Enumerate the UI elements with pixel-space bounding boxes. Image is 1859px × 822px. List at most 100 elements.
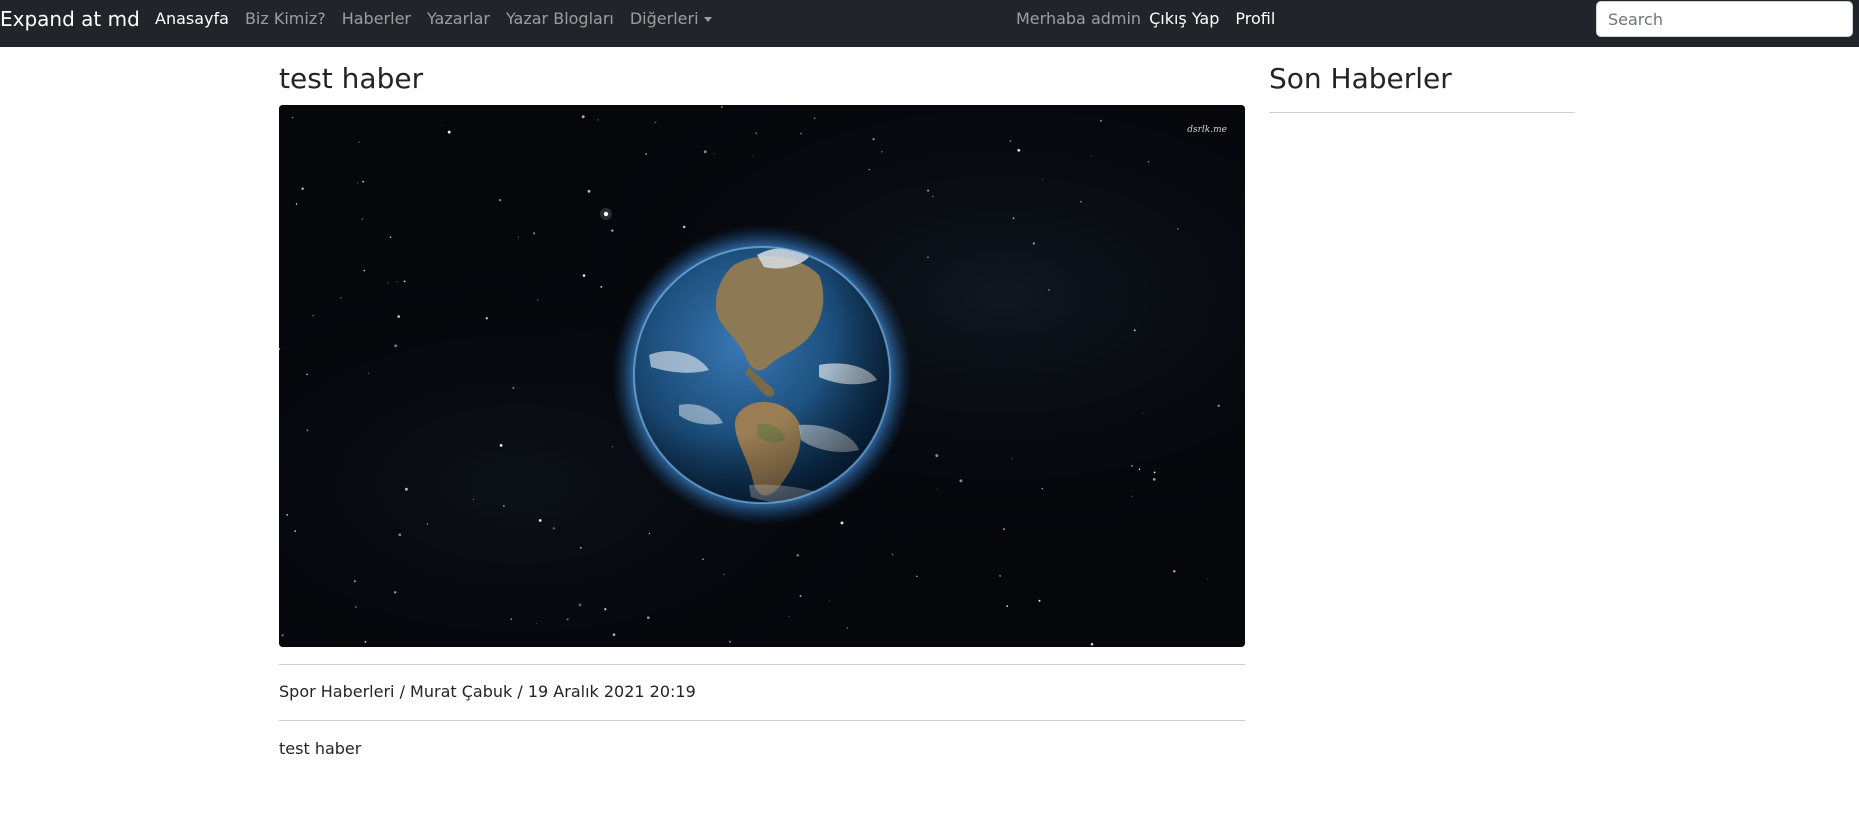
star (702, 558, 704, 561)
nav-link-anasayfa[interactable]: Anasayfa (155, 9, 229, 29)
star (355, 606, 357, 608)
star (537, 299, 539, 301)
star (1012, 217, 1015, 219)
star (358, 141, 360, 143)
star (510, 618, 512, 620)
star (1130, 464, 1134, 468)
star (295, 203, 298, 205)
star (645, 153, 648, 155)
star (829, 599, 831, 601)
star (499, 198, 502, 202)
star (578, 603, 582, 607)
star (723, 573, 725, 575)
star (404, 487, 408, 491)
star (891, 553, 894, 556)
star (1038, 599, 1041, 602)
star (600, 285, 603, 288)
star (872, 138, 875, 141)
nav-link-biz-kimiz[interactable]: Biz Kimiz? (245, 9, 326, 29)
star (357, 182, 359, 184)
star (936, 487, 938, 489)
star (935, 454, 939, 458)
star (587, 189, 591, 193)
star (1041, 487, 1043, 490)
star (1142, 412, 1144, 414)
star (552, 527, 555, 530)
user-area: Merhaba admin Çıkış Yap Profil (1016, 9, 1291, 29)
star (364, 641, 367, 643)
star (1017, 148, 1021, 152)
star (294, 530, 297, 532)
star (1090, 155, 1092, 157)
star (1138, 468, 1141, 470)
star (403, 280, 406, 283)
star (1206, 578, 1208, 580)
star (1173, 570, 1176, 573)
article-meta: Spor Haberleri / Murat Çabuk / 19 Aralık… (279, 682, 696, 701)
star (1032, 242, 1035, 245)
star (397, 315, 401, 318)
star (840, 521, 844, 525)
star (597, 119, 599, 121)
sidebar-title: Son Haberler (1269, 62, 1452, 95)
star (611, 229, 614, 232)
article-image: dsrlk.me (279, 105, 1245, 647)
star (932, 195, 934, 198)
star (394, 591, 397, 594)
star (720, 105, 723, 109)
star (536, 622, 538, 624)
nav-link-yazar-bloglari[interactable]: Yazar Blogları (506, 9, 614, 29)
nav-link-haberler[interactable]: Haberler (342, 9, 411, 29)
star (959, 479, 963, 483)
search-input[interactable] (1596, 1, 1853, 37)
star (396, 281, 398, 282)
star (728, 640, 732, 643)
nav-link-yazarlar[interactable]: Yazarlar (427, 9, 490, 29)
star (927, 189, 930, 192)
image-watermark: dsrlk.me (1187, 125, 1227, 135)
star (566, 618, 569, 621)
star (499, 444, 503, 447)
profile-link[interactable]: Profil (1235, 9, 1275, 29)
caret-down-icon (703, 16, 712, 22)
star (880, 150, 883, 153)
star (1006, 605, 1009, 607)
earth-image: dsrlk.me (279, 105, 1245, 647)
star (1133, 329, 1136, 332)
article-body: test haber (279, 739, 362, 758)
navbar-brand[interactable]: Expand at md (0, 7, 140, 31)
nav-links: Anasayfa Biz Kimiz? Haberler Yazarlar Ya… (155, 9, 728, 29)
greeting-text: Merhaba admin (1016, 9, 1142, 28)
star (1153, 471, 1156, 474)
star (447, 130, 451, 134)
star (647, 616, 650, 619)
star (1100, 119, 1103, 122)
star (512, 386, 515, 389)
star (353, 580, 356, 583)
star (1090, 642, 1094, 646)
star (682, 225, 686, 229)
star (648, 533, 650, 535)
star (846, 627, 848, 629)
star (387, 282, 389, 284)
star (361, 218, 363, 220)
star (426, 523, 429, 525)
star (1147, 160, 1150, 163)
star (755, 132, 757, 134)
meta-divider-bottom (279, 720, 1245, 721)
star (611, 446, 613, 448)
star (306, 373, 308, 376)
nav-dropdown-label: Diğerleri (629, 9, 699, 28)
star (503, 505, 505, 507)
star (286, 514, 289, 516)
star (916, 575, 918, 577)
star (389, 236, 392, 239)
logout-link[interactable]: Çıkış Yap (1149, 9, 1219, 29)
star (868, 168, 870, 171)
navbar: Expand at md Anasayfa Biz Kimiz? Haberle… (0, 0, 1859, 47)
star (281, 634, 284, 637)
star (655, 121, 657, 123)
star (485, 317, 488, 320)
nav-dropdown-digerleri[interactable]: Diğerleri (630, 9, 712, 29)
star (312, 315, 314, 317)
